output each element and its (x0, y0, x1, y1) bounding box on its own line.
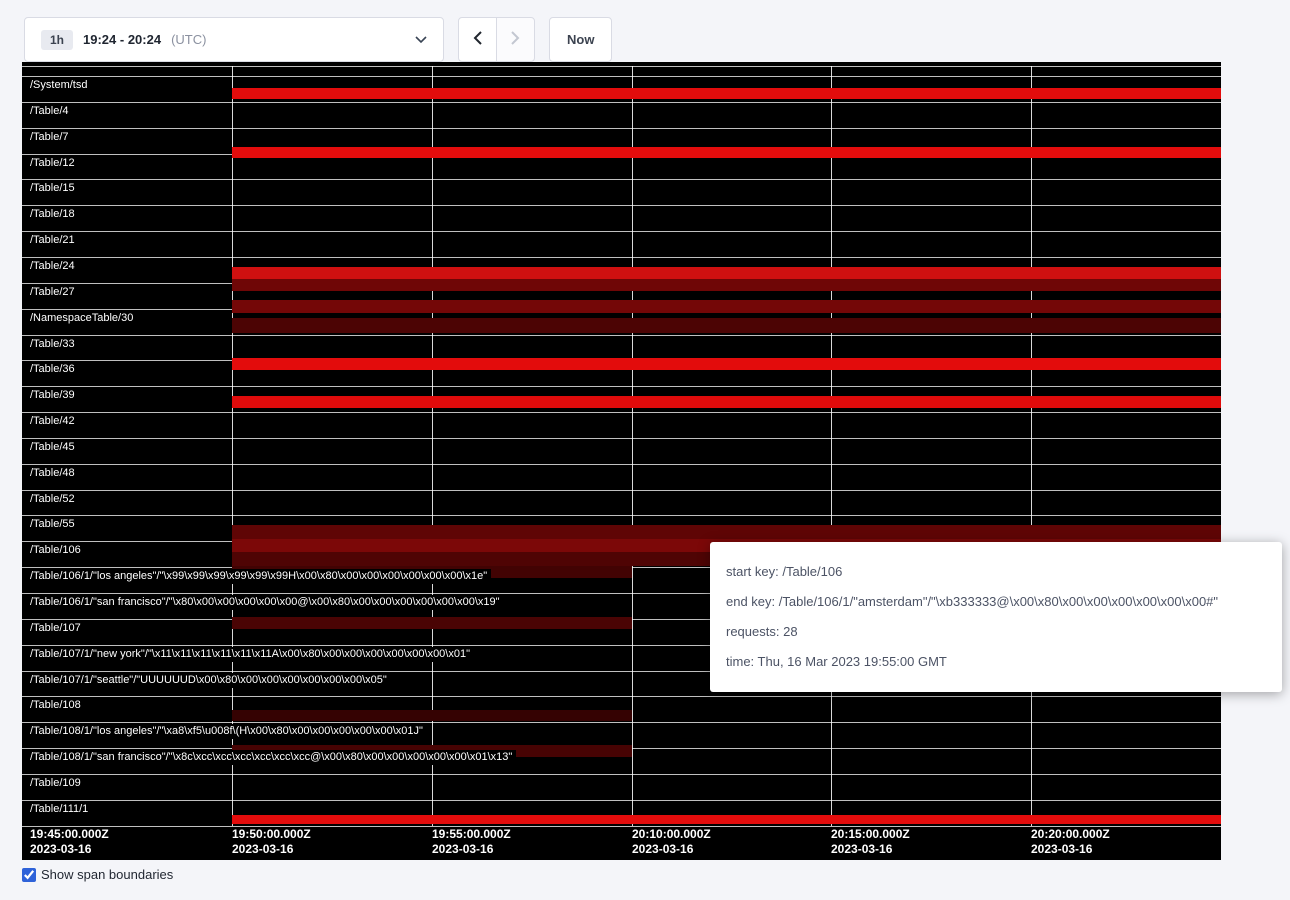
key-visualizer-canvas[interactable]: start key: /Table/106 end key: /Table/10… (22, 62, 1221, 860)
span-boundary-line (22, 412, 1221, 413)
time-axis-label: 19:50:00.000Z2023-03-16 (232, 827, 311, 857)
span-key-label: /Table/18 (30, 207, 79, 222)
hot-range-band[interactable] (232, 710, 632, 721)
toolbar: 1h 19:24 - 20:24 (UTC) Now (24, 17, 612, 62)
span-boundary-line (22, 257, 1221, 258)
time-gridline (831, 66, 832, 826)
time-gridline (1031, 66, 1032, 826)
span-key-label: /Table/33 (30, 337, 79, 352)
span-key-label: /Table/106/1/"los angeles"/"\x99\x99\x99… (30, 569, 491, 584)
span-key-label: /Table/12 (30, 156, 79, 171)
duration-badge: 1h (41, 30, 73, 50)
span-boundary-line (22, 179, 1221, 180)
time-axis-label: 20:20:00.000Z2023-03-16 (1031, 827, 1110, 857)
span-key-label: /Table/24 (30, 259, 79, 274)
span-key-label: /NamespaceTable/30 (30, 311, 137, 326)
span-boundary-line (22, 102, 1221, 103)
hot-range-band[interactable] (232, 88, 1221, 99)
span-boundary-line (22, 515, 1221, 516)
now-button[interactable]: Now (549, 17, 612, 62)
hot-range-band[interactable] (232, 279, 1221, 291)
hot-range-band[interactable] (232, 358, 1221, 370)
span-boundary-line (22, 774, 1221, 775)
time-range-label: 19:24 - 20:24 (83, 32, 161, 47)
hot-range-band[interactable] (232, 300, 1221, 313)
chevron-down-icon (415, 36, 427, 44)
span-boundary-line (22, 438, 1221, 439)
span-key-label: /Table/45 (30, 440, 79, 455)
span-key-label: /Table/111/1 (30, 802, 92, 817)
span-key-label: /Table/42 (30, 414, 79, 429)
span-key-label: /Table/108/1/"san francisco"/"\x8c\xcc\x… (30, 750, 516, 765)
time-range-selector[interactable]: 1h 19:24 - 20:24 (UTC) (24, 17, 444, 62)
span-boundary-line (22, 490, 1221, 491)
span-key-label: /Table/109 (30, 776, 85, 791)
span-key-label: /Table/108 (30, 698, 85, 713)
span-boundary-line (22, 66, 1221, 67)
span-boundaries-control: Show span boundaries (22, 867, 173, 882)
hot-range-band[interactable] (232, 617, 632, 629)
time-gridline (632, 66, 633, 826)
next-range-button[interactable] (496, 17, 535, 62)
hot-range-band[interactable] (232, 815, 1221, 824)
hot-range-band[interactable] (232, 525, 1221, 539)
timezone-label: (UTC) (171, 32, 206, 47)
span-key-label: /Table/27 (30, 285, 79, 300)
hot-range-band[interactable] (232, 267, 1221, 279)
span-key-label: /Table/48 (30, 466, 79, 481)
span-key-label: /Table/106/1/"san francisco"/"\x80\x00\x… (30, 595, 504, 610)
time-axis-label: 20:15:00.000Z2023-03-16 (831, 827, 910, 857)
time-axis-label: 19:45:00.000Z2023-03-16 (30, 827, 109, 857)
span-boundary-line (22, 800, 1221, 801)
span-key-label: /Table/108/1/"los angeles"/"\xa8\xf5\u00… (30, 724, 427, 739)
span-boundary-line (22, 205, 1221, 206)
span-key-label: /Table/106 (30, 543, 85, 558)
span-key-label: /Table/52 (30, 492, 79, 507)
chevron-left-icon (473, 31, 482, 48)
span-key-label: /Table/107 (30, 621, 85, 636)
time-axis-label: 20:10:00.000Z2023-03-16 (632, 827, 711, 857)
hover-tooltip: start key: /Table/106 end key: /Table/10… (710, 542, 1282, 692)
tooltip-start-key: start key: /Table/106 (726, 557, 1266, 587)
show-span-boundaries-checkbox[interactable] (22, 868, 36, 882)
span-key-label: /Table/21 (30, 233, 79, 248)
span-key-label: /Table/4 (30, 104, 73, 119)
span-boundary-line (22, 696, 1221, 697)
span-boundary-line (22, 128, 1221, 129)
hot-range-band[interactable] (232, 147, 1221, 158)
tooltip-end-key: end key: /Table/106/1/"amsterdam"/"\xb33… (726, 587, 1266, 617)
time-axis-label: 19:55:00.000Z2023-03-16 (432, 827, 511, 857)
span-key-label: /Table/15 (30, 181, 79, 196)
span-key-label: /Table/36 (30, 362, 79, 377)
previous-range-button[interactable] (458, 17, 497, 62)
span-boundary-line (22, 335, 1221, 336)
span-boundary-line (22, 386, 1221, 387)
show-span-boundaries-label[interactable]: Show span boundaries (41, 867, 173, 882)
span-key-label: /System/tsd (30, 78, 91, 93)
span-key-label: /Table/39 (30, 388, 79, 403)
span-boundary-line (22, 722, 1221, 723)
time-nav-buttons (458, 17, 535, 62)
span-key-label: /Table/107/1/"seattle"/"UUUUUUD\x00\x80\… (30, 673, 391, 688)
hot-range-band[interactable] (232, 318, 1221, 333)
span-key-label: /Table/55 (30, 517, 79, 532)
tooltip-time: time: Thu, 16 Mar 2023 19:55:00 GMT (726, 647, 1266, 677)
hot-range-band[interactable] (232, 396, 1221, 408)
chevron-right-icon (511, 31, 520, 48)
span-boundary-line (22, 76, 1221, 77)
tooltip-requests: requests: 28 (726, 617, 1266, 647)
span-boundary-line (22, 464, 1221, 465)
span-key-label: /Table/7 (30, 130, 73, 145)
span-boundary-line (22, 231, 1221, 232)
span-key-label: /Table/107/1/"new york"/"\x11\x11\x11\x1… (30, 647, 474, 662)
